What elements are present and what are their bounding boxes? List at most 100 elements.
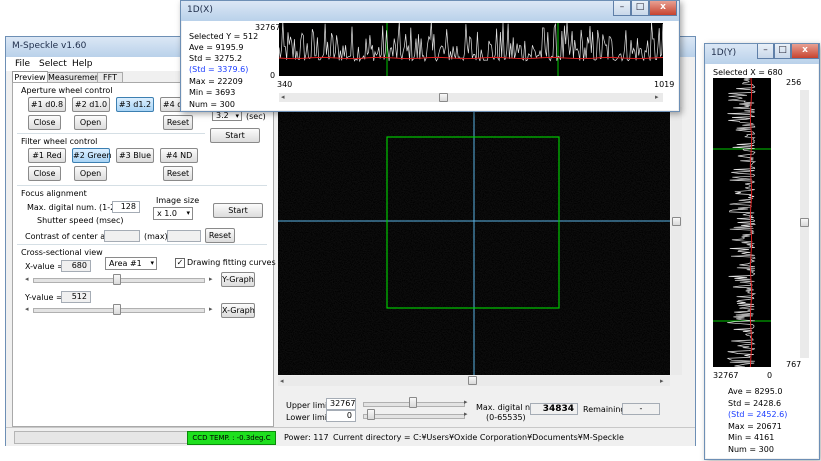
divider: [17, 133, 205, 134]
plot-x-left: 32767: [713, 371, 739, 380]
image-vertical-scrollbar[interactable]: [671, 107, 682, 375]
filter-blue-button[interactable]: #3 Blue: [116, 148, 154, 163]
y-graph-button[interactable]: Y-Graph: [221, 272, 255, 287]
upper-limit-thumb[interactable]: [409, 397, 417, 408]
lower-limit-field[interactable]: 0: [326, 410, 356, 422]
filter-open-label: Open: [79, 169, 102, 178]
drawing-fitting-checkbox[interactable]: ✓: [175, 258, 185, 268]
upper-limit-field[interactable]: 32767: [326, 398, 356, 410]
image-hscroll-thumb[interactable]: [468, 376, 477, 385]
filter-reset-button[interactable]: Reset: [163, 166, 193, 181]
aperture-3-label: #3 d1.2: [118, 100, 152, 109]
chevron-down-icon: ▾: [186, 209, 190, 217]
cross-group-label: Cross-sectional view: [21, 248, 103, 257]
exposure-start-button[interactable]: Start: [210, 128, 260, 143]
plot-y-scrollbar[interactable]: [800, 90, 809, 358]
window-1dy-titlebar[interactable]: 1D(Y) – □ x: [705, 44, 819, 64]
slider-right-arrow-icon[interactable]: ▸: [209, 275, 213, 283]
filter-open-button[interactable]: Open: [74, 166, 107, 181]
ccd-temp-text: CCD TEMP. : -0.3deg.C: [192, 434, 271, 442]
filter-group-label: Filter wheel control: [21, 137, 98, 146]
max-digital-input[interactable]: 128: [112, 201, 140, 213]
focus-group-label: Focus alignment: [21, 189, 87, 198]
scroll-left-arrow-icon[interactable]: ◂: [281, 93, 285, 101]
profile-plot-y[interactable]: [713, 78, 771, 367]
menu-select[interactable]: Select: [39, 59, 67, 69]
window-1dy-controls: – □ x: [757, 44, 819, 60]
plot-x-right: 0: [767, 371, 773, 380]
speckle-image[interactable]: [278, 107, 670, 375]
aperture-1-label: #1 d0.8: [30, 100, 64, 109]
slider-right-arrow-icon[interactable]: ▸: [209, 305, 213, 313]
slider-left-arrow-icon[interactable]: ◂: [25, 275, 29, 283]
x-slider-thumb[interactable]: [113, 274, 121, 285]
slider-left-arrow-icon[interactable]: ◂: [25, 305, 29, 313]
stat-min: Min = 3693: [189, 88, 236, 97]
aperture-1-button[interactable]: #1 d0.8: [28, 97, 66, 112]
window-1dx-body: Selected Y = 512 Ave = 9195.9 Std = 3275…: [182, 21, 678, 110]
scroll-right-arrow-icon[interactable]: ▸: [655, 93, 659, 101]
filter-red-button[interactable]: #1 Red: [28, 148, 66, 163]
stat-ave-y: Ave = 8295.0: [728, 387, 783, 396]
aperture-2-button[interactable]: #2 d1.0: [72, 97, 110, 112]
aperture-close-button[interactable]: Close: [28, 115, 61, 130]
exposure-select[interactable]: 3.2 ▾: [212, 111, 242, 121]
focus-start-button[interactable]: Start: [213, 203, 263, 218]
area-select[interactable]: Area #1 ▾: [105, 257, 157, 270]
stat-max: Max = 22209: [189, 77, 243, 86]
aperture-reset-button[interactable]: Reset: [163, 115, 193, 130]
slider-right-arrow-icon[interactable]: ▸: [464, 398, 468, 406]
max-digital-num-field: 34834: [530, 403, 578, 415]
lower-limit-slider[interactable]: [363, 414, 465, 419]
plot-y-scroll-thumb[interactable]: [800, 218, 809, 227]
plot-x-min: 340: [277, 80, 293, 89]
upper-limit-label: Upper limit: [286, 401, 331, 410]
minimize-icon[interactable]: –: [613, 1, 631, 16]
window-1dx-titlebar[interactable]: 1D(X) – □ x: [181, 1, 679, 21]
y-slider-thumb[interactable]: [113, 304, 121, 315]
contrast-reset-button[interactable]: Reset: [205, 228, 235, 243]
aperture-2-label: #2 d1.0: [74, 100, 108, 109]
aperture-open-label: Open: [79, 118, 102, 127]
tab-preview-label: Preview: [14, 73, 46, 82]
remaining-field: -: [622, 403, 660, 415]
remaining-label: Remaining: [583, 405, 626, 414]
contrast-max-label: (max): [144, 232, 168, 241]
main-window-title: M-Speckle v1.60: [12, 41, 87, 51]
plot-x-scrollbar[interactable]: ◂ ▸: [279, 93, 663, 102]
filter-green-button[interactable]: #2 Green: [72, 148, 112, 163]
aperture-group-label: Aperture wheel control: [21, 86, 113, 95]
plot-y-min: 0: [270, 71, 276, 80]
minimize-icon[interactable]: –: [757, 44, 774, 59]
image-horizontal-scrollbar[interactable]: ◂ ▸: [278, 376, 670, 386]
image-size-select[interactable]: x 1.0 ▾: [153, 207, 193, 220]
scroll-right-arrow-icon[interactable]: ▸: [660, 377, 664, 385]
lower-limit-thumb[interactable]: [367, 409, 375, 420]
filter-close-button[interactable]: Close: [28, 166, 61, 181]
menu-help[interactable]: Help: [72, 59, 93, 69]
aperture-3-button[interactable]: #3 d1.2: [116, 97, 154, 112]
lower-limit-label: Lower limit: [286, 413, 331, 422]
close-icon[interactable]: x: [791, 44, 819, 59]
maximize-icon[interactable]: □: [774, 44, 791, 59]
stat-num-y: Num = 300: [728, 445, 774, 454]
x-graph-button[interactable]: X-Graph: [221, 303, 255, 318]
stat-ave: Ave = 9195.9: [189, 43, 244, 52]
y-value: 512: [71, 292, 87, 301]
window-1dx-controls: – □ x: [613, 1, 677, 17]
plot-x-scroll-thumb[interactable]: [439, 93, 448, 102]
slider-right-arrow-icon[interactable]: ▸: [464, 410, 468, 418]
profile-plot-x[interactable]: [279, 23, 663, 76]
filter-nd-button[interactable]: #4 ND: [160, 148, 198, 163]
scroll-left-arrow-icon[interactable]: ◂: [280, 377, 284, 385]
image-vscroll-thumb[interactable]: [672, 217, 681, 226]
stat-std-fit: (Std = 3379.6): [189, 65, 249, 74]
divider: [17, 244, 267, 245]
close-icon[interactable]: x: [649, 1, 677, 16]
maximize-icon[interactable]: □: [631, 1, 649, 16]
window-1dy-title: 1D(Y): [711, 48, 737, 58]
menu-file[interactable]: File: [15, 59, 30, 69]
x-graph-label: X-Graph: [222, 306, 255, 315]
aperture-open-button[interactable]: Open: [74, 115, 107, 130]
filter-blue-label: #3 Blue: [118, 151, 152, 160]
